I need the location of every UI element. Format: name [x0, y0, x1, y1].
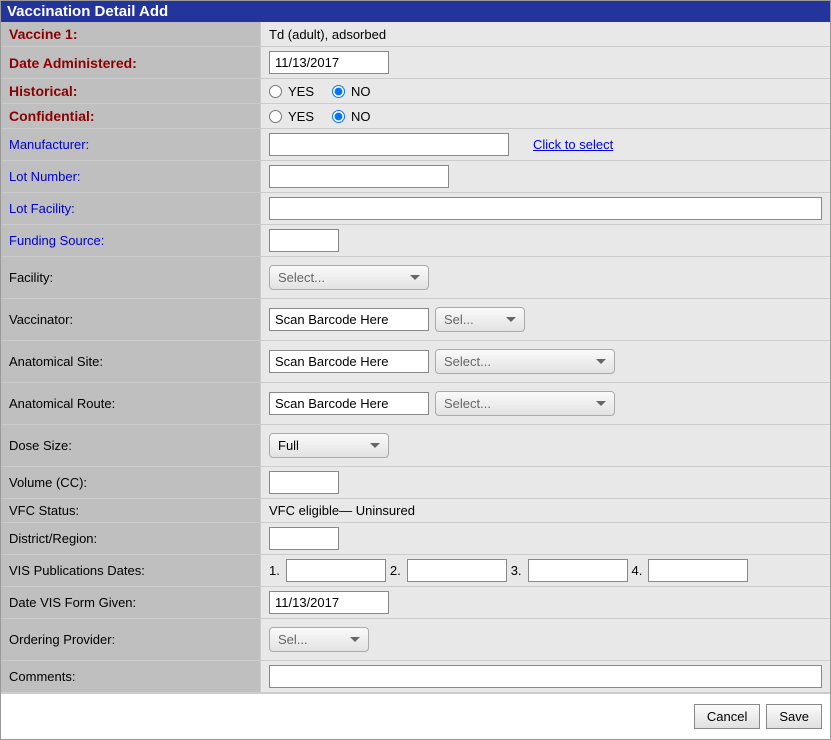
vis-date-2-input[interactable] [407, 559, 507, 582]
vis-num-3: 3. [511, 563, 522, 578]
vis-date-3-input[interactable] [528, 559, 628, 582]
volume-input[interactable] [269, 471, 339, 494]
chevron-down-icon [350, 637, 360, 642]
chevron-down-icon [410, 275, 420, 280]
confidential-yes-radio[interactable] [269, 110, 282, 123]
anatomical-site-barcode-input[interactable] [269, 350, 429, 373]
dose-size-select-value: Full [278, 438, 299, 453]
comments-input[interactable] [269, 665, 822, 688]
anatomical-route-barcode-input[interactable] [269, 392, 429, 415]
vfc-status-value: VFC eligible— Uninsured [269, 503, 415, 518]
lot-facility-input[interactable] [269, 197, 822, 220]
date-vis-given-input[interactable] [269, 591, 389, 614]
vis-num-2: 2. [390, 563, 401, 578]
anatomical-site-select[interactable]: Select... [435, 349, 615, 374]
historical-yes-radio[interactable] [269, 85, 282, 98]
anatomical-route-select[interactable]: Select... [435, 391, 615, 416]
facility-select-value: Select... [278, 270, 325, 285]
vaccine1-value: Td (adult), adsorbed [269, 27, 386, 42]
anatomical-route-select-value: Select... [444, 396, 491, 411]
volume-label: Volume (CC): [1, 467, 261, 498]
vaccinator-label: Vaccinator: [1, 299, 261, 340]
comments-label: Comments: [1, 661, 261, 692]
date-vis-given-label: Date VIS Form Given: [1, 587, 261, 618]
anatomical-site-select-value: Select... [444, 354, 491, 369]
manufacturer-label: Manufacturer: [1, 129, 261, 160]
historical-no-label: NO [351, 84, 371, 99]
vis-num-1: 1. [269, 563, 280, 578]
historical-no-radio[interactable] [332, 85, 345, 98]
dose-size-label: Dose Size: [1, 425, 261, 466]
vis-date-1-input[interactable] [286, 559, 386, 582]
confidential-label: Confidential: [1, 104, 261, 128]
district-region-input[interactable] [269, 527, 339, 550]
manufacturer-select-link[interactable]: Click to select [533, 137, 613, 152]
vis-num-4: 4. [632, 563, 643, 578]
ordering-provider-label: Ordering Provider: [1, 619, 261, 660]
ordering-provider-select[interactable]: Sel... [269, 627, 369, 652]
cancel-button[interactable]: Cancel [694, 704, 760, 729]
confidential-yes-label: YES [288, 109, 314, 124]
dose-size-select[interactable]: Full [269, 433, 389, 458]
date-administered-input[interactable] [269, 51, 389, 74]
chevron-down-icon [596, 401, 606, 406]
panel-header: Vaccination Detail Add [1, 1, 830, 22]
funding-source-input[interactable] [269, 229, 339, 252]
vfc-status-label: VFC Status: [1, 499, 261, 522]
lot-facility-label: Lot Facility: [1, 193, 261, 224]
confidential-no-radio[interactable] [332, 110, 345, 123]
vaccinator-select[interactable]: Sel... [435, 307, 525, 332]
vis-date-4-input[interactable] [648, 559, 748, 582]
facility-select[interactable]: Select... [269, 265, 429, 290]
save-button[interactable]: Save [766, 704, 822, 729]
vaccinator-barcode-input[interactable] [269, 308, 429, 331]
funding-source-label: Funding Source: [1, 225, 261, 256]
date-administered-label: Date Administered: [1, 47, 261, 78]
manufacturer-input[interactable] [269, 133, 509, 156]
district-region-label: District/Region: [1, 523, 261, 554]
confidential-no-label: NO [351, 109, 371, 124]
chevron-down-icon [596, 359, 606, 364]
chevron-down-icon [506, 317, 516, 322]
panel-title: Vaccination Detail Add [7, 3, 168, 20]
lot-number-label: Lot Number: [1, 161, 261, 192]
anatomical-site-label: Anatomical Site: [1, 341, 261, 382]
historical-label: Historical: [1, 79, 261, 103]
vis-pub-dates-label: VIS Publications Dates: [1, 555, 261, 586]
anatomical-route-label: Anatomical Route: [1, 383, 261, 424]
lot-number-input[interactable] [269, 165, 449, 188]
facility-label: Facility: [1, 257, 261, 298]
vaccine1-label: Vaccine 1: [1, 22, 261, 46]
vaccinator-select-value: Sel... [444, 312, 474, 327]
chevron-down-icon [370, 443, 380, 448]
historical-yes-label: YES [288, 84, 314, 99]
